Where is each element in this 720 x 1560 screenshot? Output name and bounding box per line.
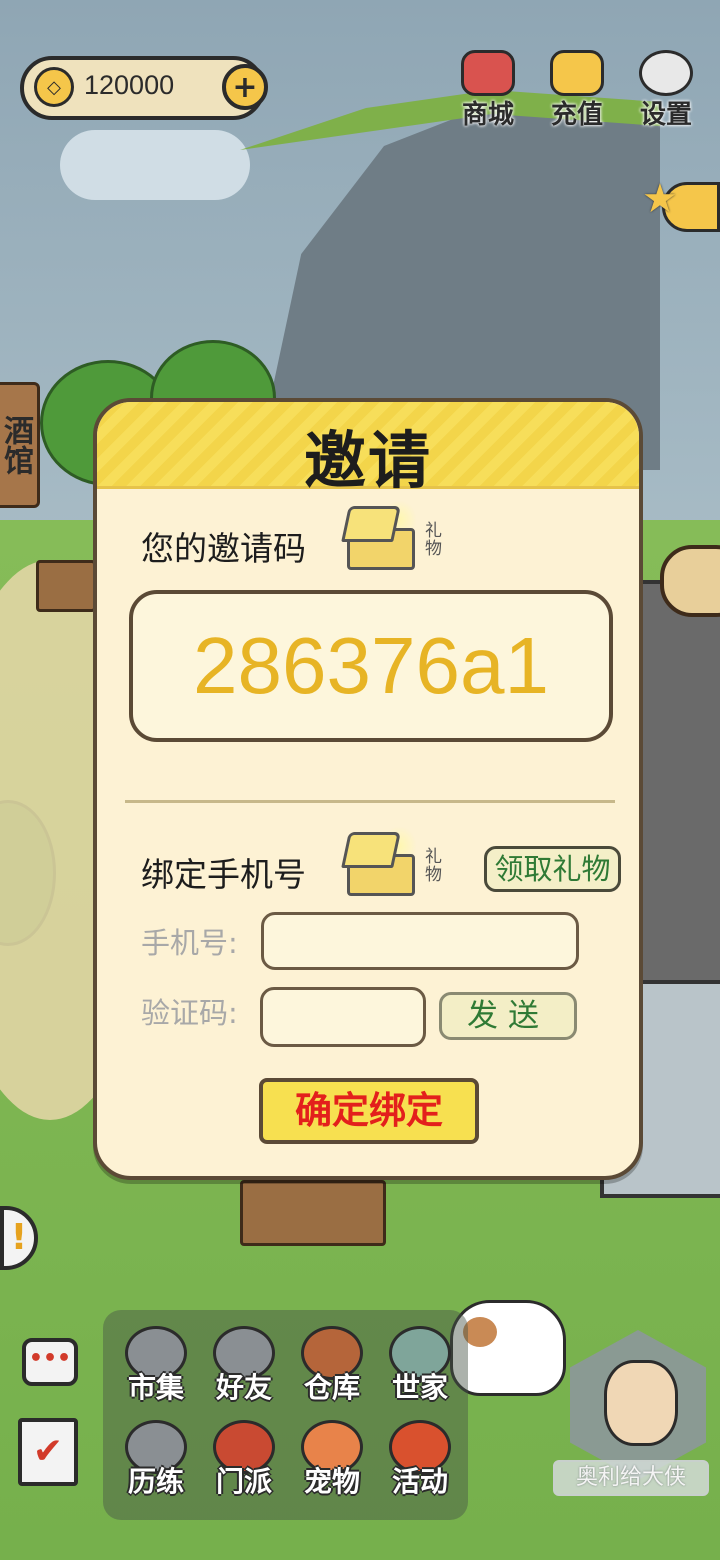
treasure-chest-icon <box>341 500 421 570</box>
favorites-toggle-button[interactable]: ★ <box>642 176 720 232</box>
market-label: 市集 <box>127 1371 184 1404</box>
recharge-label: 充值 <box>550 100 603 130</box>
family-label: 世家 <box>391 1371 448 1404</box>
training-label: 历练 <box>127 1465 184 1498</box>
invite-code-label: 您的邀请码 <box>141 529 306 568</box>
shop-bag-icon <box>461 50 515 96</box>
sect-label: 门派 <box>215 1465 272 1498</box>
bind-phone-label: 绑定手机号 <box>141 855 306 894</box>
wooden-bench <box>240 1180 386 1246</box>
training-button[interactable]: 历练 <box>111 1420 201 1512</box>
tavern-button[interactable]: 酒馆 <box>0 382 40 508</box>
confirm-bind-button[interactable]: 确定绑定 <box>259 1078 479 1144</box>
pet-button[interactable]: 宠物 <box>287 1420 377 1512</box>
pet-label: 宠物 <box>303 1465 360 1498</box>
currency-amount: 120000 <box>84 70 175 100</box>
chat-button[interactable]: ••• <box>22 1338 78 1386</box>
market-button[interactable]: 市集 <box>111 1326 201 1418</box>
cloud <box>60 130 250 200</box>
coin-icon: ◇ <box>34 67 74 107</box>
avatar <box>604 1360 678 1446</box>
verify-code-input[interactable] <box>260 987 426 1047</box>
recharge-button[interactable]: 充值 <box>537 50 617 140</box>
warehouse-button[interactable]: 仓库 <box>287 1326 377 1418</box>
invite-code-display: 286376a1 <box>129 590 613 742</box>
family-button[interactable]: 世家 <box>375 1326 465 1418</box>
friends-label: 好友 <box>215 1371 272 1404</box>
tasks-button[interactable]: ✔ <box>18 1418 78 1486</box>
divider <box>125 800 615 803</box>
event-label: 活动 <box>391 1465 448 1498</box>
gear-icon <box>639 50 693 96</box>
treasure-chest-icon <box>341 826 421 896</box>
star-icon: ★ <box>642 176 678 222</box>
gift-tag: 礼物 <box>425 847 442 885</box>
phone-input[interactable] <box>261 912 579 970</box>
phone-label: 手机号: <box>141 926 238 960</box>
log <box>660 545 720 617</box>
bottom-menu: 市集 好友 仓库 世家 历练 门派 宠物 活动 <box>103 1310 468 1520</box>
send-code-button[interactable]: 发送 <box>439 992 577 1040</box>
invite-dialog: 邀请 您的邀请码 礼物 286376a1 绑定手机号 礼物 领取礼物 手机号: … <box>93 398 643 1180</box>
sect-button[interactable]: 门派 <box>199 1420 289 1512</box>
gold-ingot-icon <box>550 50 604 96</box>
settings-button[interactable]: 设置 <box>626 50 706 140</box>
shop-label: 商城 <box>461 100 514 130</box>
verify-code-label: 验证码: <box>141 996 238 1030</box>
gift-tag: 礼物 <box>425 521 442 559</box>
shop-button[interactable]: 商城 <box>448 50 528 140</box>
event-button[interactable]: 活动 <box>375 1420 465 1512</box>
dialog-title: 邀请 <box>303 424 432 497</box>
friends-button[interactable]: 好友 <box>199 1326 289 1418</box>
settings-label: 设置 <box>639 100 692 130</box>
player-name: 奥利给大侠 <box>553 1460 709 1496</box>
add-currency-button[interactable]: + <box>222 64 268 110</box>
warehouse-label: 仓库 <box>303 1371 360 1404</box>
wooden-sign <box>36 560 96 612</box>
claim-gift-button[interactable]: 领取礼物 <box>484 846 621 892</box>
